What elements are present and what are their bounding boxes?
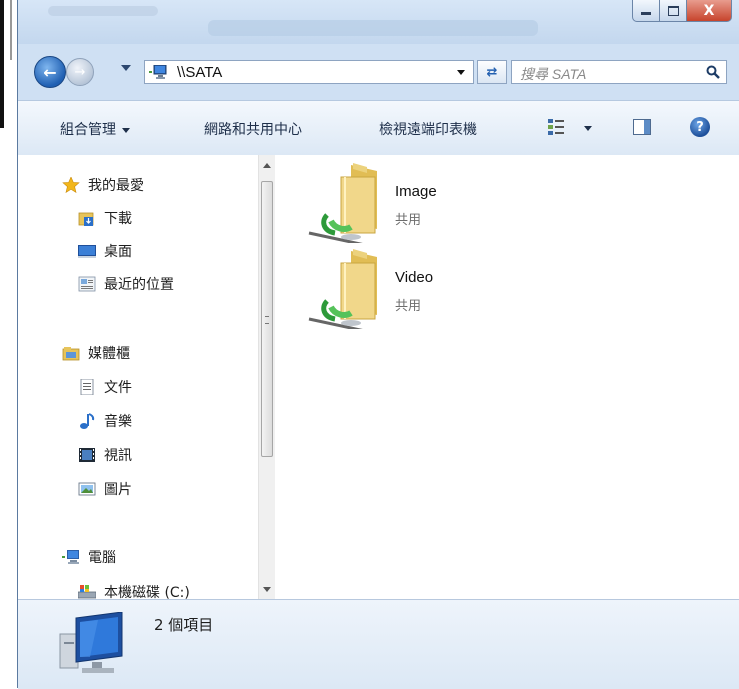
refresh-icon: ⇄ — [486, 64, 498, 80]
sidebar-item-label: 視訊 — [104, 448, 132, 464]
music-note-icon — [80, 413, 95, 429]
organize-menu[interactable]: 組合管理 — [60, 119, 130, 139]
shared-folder-icon — [308, 249, 377, 329]
item-count: 2 個項目 — [154, 616, 214, 634]
sidebar-group-label: 電腦 — [88, 550, 116, 566]
network-center-label: 網路和共用中心 — [204, 122, 302, 138]
desktop-edge-stripe-2 — [10, 0, 12, 60]
disk-drive-icon — [78, 585, 96, 599]
network-center-button[interactable]: 網路和共用中心 — [204, 119, 302, 139]
computer-icon — [62, 550, 79, 564]
explorer-window: X ← → \\SATA ⇄ 搜尋 SATA 組合管理 網路和共用中心 檢視遠端… — [17, 0, 739, 689]
sidebar-group-label: 我的最愛 — [88, 178, 144, 194]
help-icon[interactable]: ? — [690, 117, 710, 137]
scroll-down-icon[interactable] — [263, 587, 271, 592]
view-options-dropdown[interactable] — [584, 126, 592, 131]
sidebar-item-downloads[interactable]: 下載 — [78, 208, 132, 228]
scroll-up-icon[interactable] — [263, 163, 271, 168]
file-list: Image 共用 Video 共用 — [275, 155, 739, 599]
picture-icon — [78, 482, 96, 496]
forward-arrow-icon: → — [74, 64, 86, 80]
title-bar[interactable]: X — [18, 0, 739, 44]
details-pane: 2 個項目 — [18, 599, 739, 689]
sidebar-item-label: 本機磁碟 (C:) — [104, 585, 190, 599]
scrollbar-thumb[interactable] — [261, 181, 273, 457]
sidebar-item-label: 最近的位置 — [104, 277, 174, 293]
sidebar-item-documents[interactable]: 文件 — [78, 377, 132, 397]
desktop-edge-stripe — [0, 0, 4, 128]
sidebar-group-libraries[interactable]: 媒體櫃 — [62, 343, 130, 363]
preview-pane-icon[interactable] — [633, 119, 651, 135]
maximize-button[interactable] — [660, 0, 687, 22]
minimize-icon — [641, 12, 651, 15]
organize-label: 組合管理 — [60, 122, 116, 138]
sidebar-item-recent[interactable]: 最近的位置 — [78, 274, 174, 294]
shared-folder-icon — [308, 163, 377, 243]
command-bar: 組合管理 網路和共用中心 檢視遠端印表機 ? — [18, 100, 739, 156]
computer-icon — [59, 612, 123, 673]
chevron-down-icon — [122, 127, 130, 133]
document-icon — [80, 379, 94, 395]
title-blur — [48, 6, 158, 16]
sidebar-item-label: 桌面 — [104, 244, 132, 260]
film-icon — [79, 448, 95, 462]
sidebar-group-favorites[interactable]: 我的最愛 — [62, 175, 144, 195]
folder-item[interactable]: Image 共用 — [305, 163, 605, 243]
close-button[interactable]: X — [687, 0, 732, 22]
downloads-folder-icon — [78, 212, 94, 226]
view-printers-button[interactable]: 檢視遠端印表機 — [379, 119, 477, 139]
address-text: \\SATA — [177, 64, 223, 81]
folder-name: Image — [395, 183, 437, 200]
search-icon[interactable] — [706, 65, 720, 79]
maximize-icon — [667, 5, 679, 16]
libraries-icon — [62, 347, 80, 361]
recent-pages-dropdown[interactable] — [121, 65, 131, 71]
view-options-icon[interactable] — [548, 119, 564, 135]
back-button[interactable]: ← — [34, 56, 66, 88]
sidebar-item-videos[interactable]: 視訊 — [78, 445, 132, 465]
search-box[interactable]: 搜尋 SATA — [511, 60, 727, 84]
sidebar-item-pictures[interactable]: 圖片 — [78, 479, 132, 499]
star-icon — [62, 177, 80, 193]
sidebar-item-label: 圖片 — [104, 482, 132, 498]
desktop-icon — [78, 245, 96, 258]
sidebar-group-computer[interactable]: 電腦 — [62, 547, 116, 567]
sidebar-item-label: 下載 — [104, 211, 132, 227]
minimize-button[interactable] — [632, 0, 660, 22]
recent-places-icon — [78, 276, 96, 292]
view-printers-label: 檢視遠端印表機 — [379, 122, 477, 138]
refresh-button[interactable]: ⇄ — [477, 60, 507, 84]
sidebar-item-local-disk[interactable]: 本機磁碟 (C:) — [78, 582, 190, 599]
address-dropdown-icon[interactable] — [457, 70, 465, 75]
navigation-bar: ← → \\SATA ⇄ 搜尋 SATA — [18, 50, 739, 90]
search-placeholder: 搜尋 SATA — [520, 66, 587, 82]
sidebar-item-desktop[interactable]: 桌面 — [78, 241, 132, 261]
sidebar-item-label: 音樂 — [104, 414, 132, 430]
sidebar-group-label: 媒體櫃 — [88, 346, 130, 362]
address-bar[interactable]: \\SATA — [144, 60, 474, 84]
back-arrow-icon: ← — [43, 62, 57, 82]
grip-icon — [265, 316, 269, 324]
folder-type: 共用 — [395, 213, 422, 228]
forward-button[interactable]: → — [66, 58, 94, 86]
desktop-edge — [0, 0, 16, 688]
folder-item[interactable]: Video 共用 — [305, 249, 605, 329]
title-blur-2 — [208, 20, 538, 36]
caption-buttons: X — [632, 0, 732, 22]
close-icon: X — [703, 2, 715, 19]
computer-icon — [149, 65, 167, 79]
navigation-scrollbar[interactable] — [258, 155, 275, 599]
folder-name: Video — [395, 269, 434, 286]
folder-type: 共用 — [395, 299, 422, 314]
sidebar-item-label: 文件 — [104, 380, 132, 396]
navigation-pane: 我的最愛 下載 桌面 最近的位置 媒體櫃 文件 音樂 視訊 圖片 電腦 本機磁碟… — [18, 155, 258, 599]
sidebar-item-music[interactable]: 音樂 — [78, 411, 132, 431]
